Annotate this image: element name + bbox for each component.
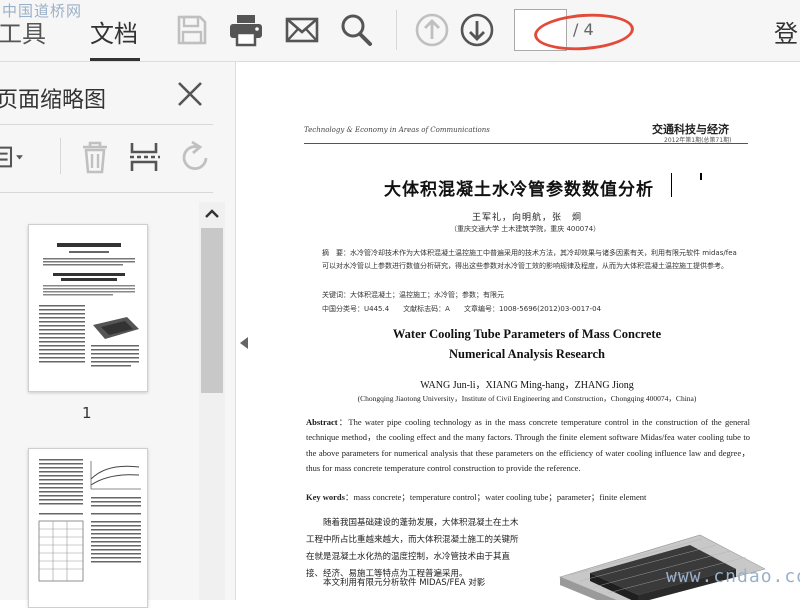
english-abstract: Abstract：The water pipe cooling technolo… [306,415,750,476]
login-button[interactable]: 登 [774,14,798,49]
scrollbar-thumb[interactable] [201,228,223,393]
watermark-bottom: www.cndao.com [666,566,800,587]
scroll-up-icon[interactable] [202,204,222,224]
document-page: Technology & Economy in Areas of Communi… [254,63,800,600]
sidebar-divider [0,192,213,193]
thumbnail-scrollbar[interactable] [199,202,225,600]
extract-icon[interactable] [128,140,162,174]
keywords-text: ：mass concrete；temperature control；water… [344,492,647,502]
rotate-icon[interactable] [178,140,212,174]
next-page-icon[interactable] [459,12,495,48]
thumbnail-sidebar: 页面缩略图 1 [0,62,236,608]
english-title-line1: Water Cooling Tube Parameters of Mass Co… [392,327,662,341]
collapse-sidebar-icon[interactable] [238,336,250,350]
document-viewer[interactable]: Technology & Economy in Areas of Communi… [254,63,800,600]
sidebar-divider [0,124,213,125]
sidebar-tool-separator [60,138,61,174]
english-authors: WANG Jun-li，XIANG Ming-hang，ZHANG Jiong [420,380,634,391]
chinese-title: 大体积混凝土水冷管参数数值分析 [384,180,654,200]
thumbnail-label: 1 [82,404,92,422]
body-paragraph: 本文利用有限元分析软件 MIDAS/FEA 对影 [323,578,486,588]
save-icon[interactable] [174,12,210,48]
cursor-mark [700,173,702,180]
keywords-label: Key words [306,492,345,502]
concrete-model-figure [559,534,766,600]
running-header-left: Technology & Economy in Areas of Communi… [304,126,490,134]
abstract-label: Abstract [306,417,338,427]
chinese-keywords: 关键词：大体积混凝土；温控施工；水冷管；参数；有限元 [322,291,504,299]
previous-page-icon[interactable] [414,12,450,48]
chinese-abstract: 摘 要：水冷管冷却技术作为大体积混凝土温控施工中普遍采用的技术方法，其冷却效果与… [322,249,737,270]
chinese-classification: 中国分类号：U445.4 文献标志码：A 文章编号：1008-5696(2012… [322,305,602,313]
sidebar-title: 页面缩略图 [0,88,107,113]
text-cursor [671,173,672,197]
chinese-authors: 王军礼，向明航，张 炯 [472,213,583,223]
toolbar-separator [396,10,397,50]
delete-icon[interactable] [78,140,112,174]
page-options-icon[interactable] [0,140,28,174]
tab-document[interactable]: 文档 [90,14,138,49]
body-paragraph: 随着我国基础建设的蓬勃发展，大体积混凝土在土木工程中所占比重越来越大，而大体积混… [306,518,519,579]
page-thumbnail-2[interactable] [28,448,148,608]
english-title-line2: Numerical Analysis Research [448,347,605,361]
thumbnail-preview [38,459,141,582]
top-toolbar: 中国道桥网 工具 文档 / 4 登 [0,0,800,62]
print-icon[interactable] [228,12,264,48]
active-tab-underline [90,58,140,61]
english-keywords: Key words：mass concrete；temperature cont… [306,491,750,503]
mail-icon[interactable] [284,12,320,48]
tab-tools[interactable]: 工具 [0,14,46,49]
english-affiliation: (Chongqing Jiaotong University，Institute… [357,394,697,403]
thumbnail-preview [39,243,139,367]
search-icon[interactable] [338,12,374,48]
page-thumbnail-1[interactable] [28,224,148,392]
abstract-text: ：The water pipe cooling technology as in… [306,417,750,473]
header-rule [304,143,748,144]
chinese-affiliation: （重庆交通大学 土木建筑学院，重庆 400074） [450,225,601,233]
close-icon[interactable] [176,80,204,108]
